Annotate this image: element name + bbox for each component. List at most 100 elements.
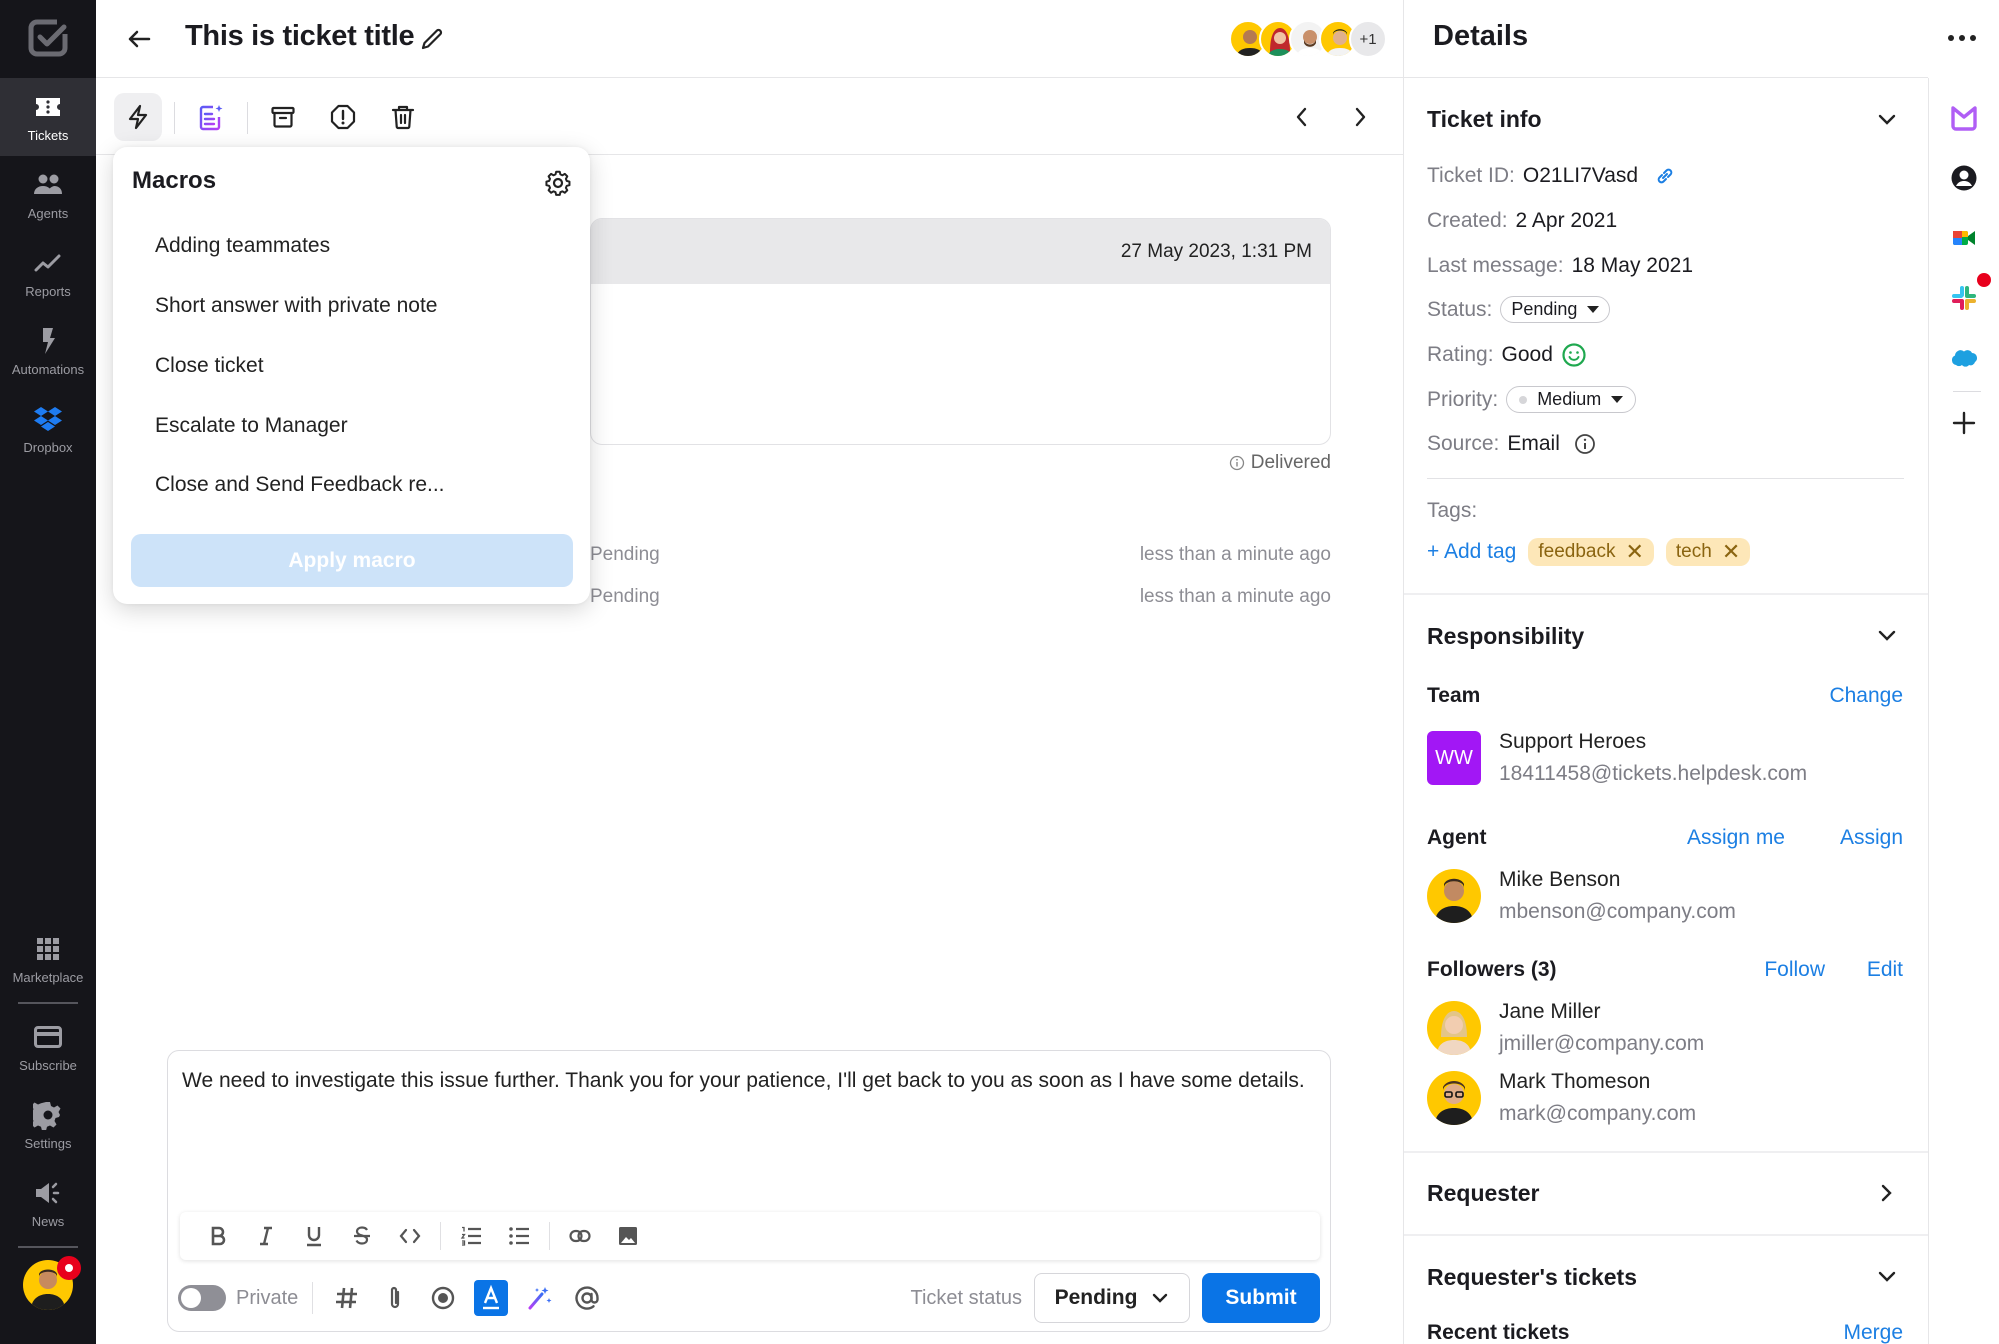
chevron-down-icon[interactable]	[1874, 107, 1900, 133]
notification-badge	[1977, 273, 1991, 287]
remove-tag-icon[interactable]: ✕	[1722, 541, 1740, 563]
sidebar-item-settings[interactable]: Settings	[0, 1086, 96, 1164]
underline-button[interactable]	[290, 1216, 338, 1256]
code-icon	[399, 1228, 421, 1244]
plus-icon[interactable]	[1949, 408, 1979, 438]
chevron-right-icon[interactable]	[1874, 1180, 1900, 1206]
italic-button[interactable]	[242, 1216, 290, 1256]
requester-header[interactable]: Requester	[1427, 1180, 1539, 1207]
app-logo[interactable]	[0, 0, 96, 78]
tags-row: + Add tag feedback ✕ tech ✕	[1427, 538, 1751, 566]
private-toggle[interactable]	[178, 1285, 226, 1311]
macros-button[interactable]	[114, 93, 162, 141]
salesforce-icon[interactable]	[1949, 343, 1979, 373]
priority-dropdown[interactable]: Medium	[1506, 386, 1637, 413]
pencil-icon[interactable]	[419, 26, 445, 52]
team-item: WW Support Heroes 18411458@tickets.helpd…	[1427, 730, 1807, 786]
macro-item[interactable]: Close and Send Feedback re...	[155, 473, 445, 497]
chevron-down-icon[interactable]	[1874, 1264, 1900, 1290]
user-menu[interactable]	[0, 1256, 96, 1344]
team-label: Team	[1427, 684, 1481, 707]
user-profile-icon[interactable]	[1949, 163, 1979, 193]
participants[interactable]: +1	[1229, 20, 1387, 58]
bullet-list-icon	[509, 1227, 529, 1245]
composer-actions: Private Ticket status Pending Submit	[178, 1273, 1320, 1323]
sidebar-item-marketplace[interactable]: Marketplace	[0, 920, 96, 998]
sidebar-item-news[interactable]: News	[0, 1164, 96, 1242]
tag-chip: tech ✕	[1665, 538, 1751, 566]
priority-row: Priority: Medium	[1427, 386, 1637, 413]
macro-item[interactable]: Adding teammates	[155, 234, 330, 258]
macro-item[interactable]: Escalate to Manager	[155, 414, 348, 438]
ticket-info-header[interactable]: Ticket info	[1427, 106, 1542, 133]
sidebar-item-subscribe[interactable]: Subscribe	[0, 1008, 96, 1086]
slack-icon[interactable]	[1949, 283, 1979, 313]
agent-item: Mike Benson mbenson@company.com	[1427, 868, 1736, 924]
info-icon[interactable]	[1574, 433, 1596, 455]
agent-label: Agent	[1427, 826, 1487, 849]
responsibility-header[interactable]: Responsibility	[1427, 623, 1584, 650]
sidebar-item-tickets[interactable]: Tickets	[0, 78, 96, 156]
requester-tickets-header[interactable]: Requester's tickets	[1427, 1264, 1637, 1291]
reply-input[interactable]: We need to investigate this issue furthe…	[182, 1069, 1305, 1093]
add-tag-link[interactable]: + Add tag	[1427, 540, 1516, 564]
delete-button[interactable]	[379, 93, 427, 141]
previous-ticket-button[interactable]	[1278, 93, 1326, 141]
ticket-status-select[interactable]: Pending	[1034, 1273, 1190, 1323]
strikethrough-icon	[354, 1226, 370, 1245]
event-time: less than a minute ago	[1139, 544, 1331, 565]
info-icon	[1229, 455, 1244, 471]
more-participants[interactable]: +1	[1349, 20, 1387, 58]
change-team-link[interactable]: Change	[1829, 684, 1903, 708]
gear-icon[interactable]	[544, 169, 572, 197]
details-title: Details	[1433, 20, 1529, 52]
assign-link[interactable]: Assign	[1840, 826, 1903, 850]
submit-button[interactable]: Submit	[1202, 1273, 1320, 1323]
remove-tag-icon[interactable]: ✕	[1625, 541, 1643, 563]
edit-followers-link[interactable]: Edit	[1867, 958, 1903, 982]
google-meet-icon[interactable]	[1949, 223, 1979, 253]
sidebar-item-label: News	[31, 1213, 65, 1229]
rail-divider	[1953, 391, 1981, 392]
bullet-list-button[interactable]	[495, 1216, 543, 1256]
ordered-list-button[interactable]	[447, 1216, 495, 1256]
ai-assist-button[interactable]	[515, 1278, 563, 1318]
team-email: 18411458@tickets.helpdesk.com	[1499, 762, 1808, 785]
apply-macro-button[interactable]: Apply macro	[131, 534, 573, 587]
follow-link[interactable]: Follow	[1764, 958, 1825, 982]
sidebar-item-automations[interactable]: Automations	[0, 312, 96, 390]
image-button[interactable]	[604, 1216, 652, 1256]
sidebar-item-agents[interactable]: Agents	[0, 156, 96, 234]
toolbar-divider	[174, 102, 175, 134]
macro-item[interactable]: Close ticket	[155, 354, 264, 378]
record-button[interactable]	[419, 1278, 467, 1318]
code-button[interactable]	[386, 1216, 434, 1256]
sidebar-item-reports[interactable]: Reports	[0, 234, 96, 312]
app-logo-purple-icon[interactable]	[1949, 103, 1979, 133]
mention-button[interactable]	[563, 1278, 611, 1318]
copy-link-icon[interactable]	[1654, 165, 1676, 187]
chevron-down-icon[interactable]	[1874, 623, 1900, 649]
macro-item[interactable]: Short answer with private note	[155, 294, 437, 318]
status-dropdown[interactable]: Pending	[1500, 296, 1611, 323]
attach-button[interactable]	[371, 1278, 419, 1318]
archive-button[interactable]	[259, 93, 307, 141]
sidebar-item-label: Agents	[27, 205, 69, 221]
text-format-toggle[interactable]	[474, 1280, 509, 1316]
status-row: Status: Pending	[1427, 296, 1611, 323]
assign-me-link[interactable]: Assign me	[1687, 826, 1785, 850]
follower-name: Mark Thomeson	[1499, 1070, 1651, 1093]
sidebar-item-dropbox[interactable]: Dropbox	[0, 390, 96, 468]
followers-label: Followers (3)	[1427, 958, 1557, 981]
back-arrow-icon[interactable]	[124, 24, 154, 54]
status-event: Pending less than a minute ago	[590, 544, 1331, 566]
ai-summary-button[interactable]	[187, 93, 235, 141]
merge-link[interactable]: Merge	[1843, 1321, 1903, 1344]
hashtag-button[interactable]	[323, 1278, 371, 1318]
more-options-icon[interactable]	[1942, 26, 1982, 50]
next-ticket-button[interactable]	[1336, 93, 1384, 141]
strikethrough-button[interactable]	[338, 1216, 386, 1256]
mark-spam-button[interactable]	[319, 93, 367, 141]
link-button[interactable]	[556, 1216, 604, 1256]
bold-button[interactable]	[194, 1216, 242, 1256]
